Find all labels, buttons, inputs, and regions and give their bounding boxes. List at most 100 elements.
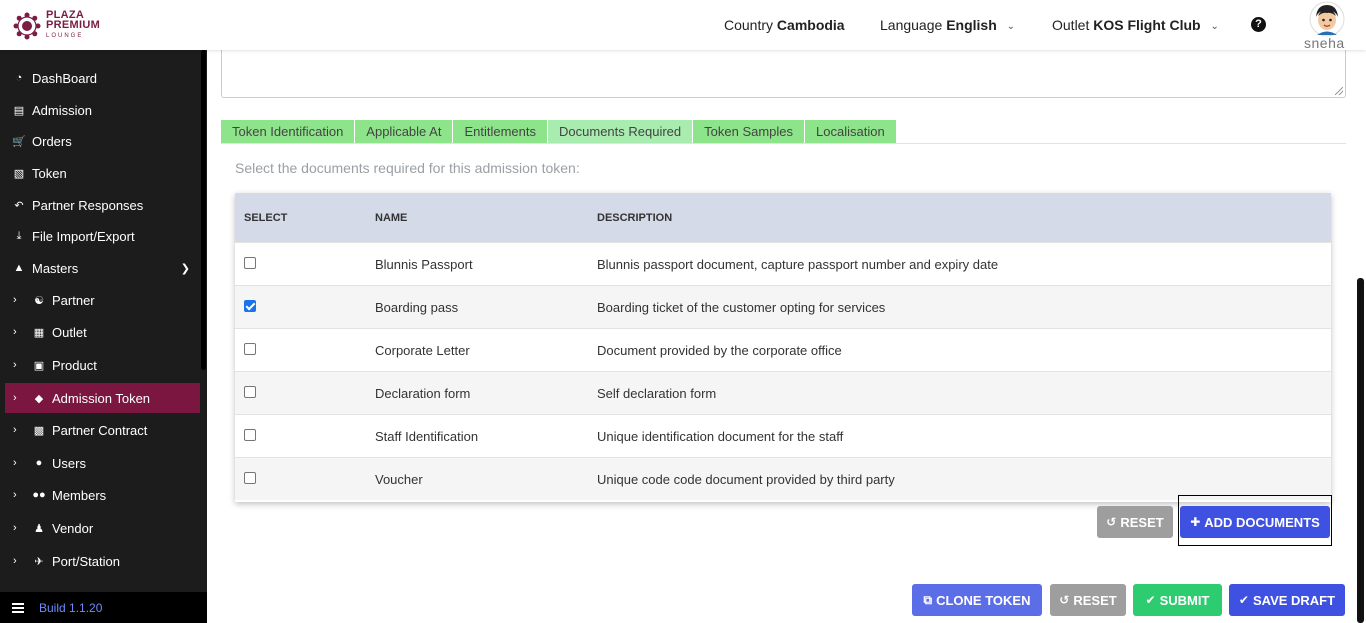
tab-entitlements[interactable]: Entitlements [453, 120, 548, 144]
document-description: Self declaration form [597, 385, 717, 401]
tab-documents-required[interactable]: Documents Required [548, 120, 693, 144]
document-name: Voucher [375, 471, 423, 487]
logo-emblem-icon [13, 12, 41, 39]
sidebar-item-label: File Import/Export [32, 228, 135, 244]
document-description: Document provided by the corporate offic… [597, 342, 842, 358]
sidebar-item-admission-token[interactable]: › ◆ Admission Token [5, 383, 200, 413]
save-draft-button[interactable]: ✔ SAVE DRAFT [1229, 584, 1345, 616]
brand-logo[interactable]: PLAZA PREMIUM LOUNGE [13, 10, 100, 41]
table-row: Corporate Letter Document provided by th… [235, 328, 1331, 371]
help-icon[interactable]: ? [1251, 17, 1266, 32]
sidebar-item-token[interactable]: ▧ Token [5, 158, 200, 188]
sidebar-item-label: Partner Contract [52, 422, 148, 438]
select-checkbox[interactable] [244, 299, 256, 312]
outlet-dropdown[interactable]: Outlet KOS Flight Club ⌄ [1052, 17, 1219, 33]
plane-icon: ✈ [34, 555, 44, 568]
check-icon: ✔ [1238, 593, 1249, 607]
chevron-right-icon: › [13, 326, 17, 338]
sidebar-item-orders[interactable]: 🛒 Orders [5, 126, 200, 156]
chevron-right-icon: › [13, 522, 17, 534]
chevron-right-icon: › [13, 555, 17, 567]
outlet-label: Outlet [1052, 17, 1090, 33]
table-row: Blunnis Passport Blunnis passport docume… [235, 242, 1331, 285]
sidebar-item-partner-responses[interactable]: ↶ Partner Responses [5, 190, 200, 220]
column-header-name: NAME [375, 211, 408, 224]
chevron-down-icon: ⌄ [1210, 21, 1219, 32]
sidebar-item-port-station[interactable]: › ✈ Port/Station [5, 546, 200, 576]
document-name: Corporate Letter [375, 342, 470, 358]
select-checkbox[interactable] [244, 256, 256, 269]
handshake-icon: ☯ [34, 294, 44, 307]
table-row: Boarding pass Boarding ticket of the cus… [235, 285, 1331, 328]
select-checkbox[interactable] [244, 428, 256, 441]
description-textarea[interactable] [221, 48, 1346, 98]
chevron-down-icon: ❯ [180, 262, 190, 275]
sidebar-item-label: DashBoard [32, 70, 98, 86]
tab-applicable-at[interactable]: Applicable At [355, 120, 453, 144]
table-row: Declaration form Self declaration form [235, 371, 1331, 414]
reset-documents-button[interactable]: ↺ RESET [1097, 506, 1173, 538]
reset-button[interactable]: ↺ RESET [1050, 584, 1126, 616]
sidebar-item-file-import-export[interactable]: ⤓ File Import/Export [5, 221, 200, 251]
page-scrollbar[interactable] [1357, 278, 1364, 623]
sidebar-item-label: Product [52, 357, 97, 373]
sidebar-item-users[interactable]: › ● Users [5, 448, 200, 478]
person-icon: ♟ [34, 522, 44, 535]
dashboard-icon: ◔ [15, 72, 23, 84]
top-header: PLAZA PREMIUM LOUNGE Country Cambodia La… [0, 0, 1366, 51]
sidebar-scrollbar[interactable] [201, 50, 206, 370]
select-checkbox[interactable] [244, 385, 256, 398]
select-checkbox[interactable] [244, 471, 256, 484]
chevron-right-icon: › [13, 489, 17, 501]
cart-icon: 🛒 [12, 135, 26, 148]
sidebar-item-vendor[interactable]: › ♟ Vendor [5, 513, 200, 543]
tab-divider [221, 143, 1346, 144]
sidebar-item-label: Partner Responses [32, 197, 144, 213]
language-dropdown[interactable]: Language English ⌄ [880, 17, 1015, 33]
sidebar-item-label: Port/Station [52, 553, 120, 569]
briefcase-icon: ▩ [33, 424, 45, 437]
document-description: Blunnis passport document, capture passp… [597, 256, 999, 272]
tag-icon: ◆ [34, 392, 44, 405]
table-header: SELECT NAME DESCRIPTION [235, 193, 1331, 242]
submit-button[interactable]: ✔ SUBMIT [1133, 584, 1222, 616]
column-header-description: DESCRIPTION [597, 211, 673, 224]
sidebar-item-partner[interactable]: › ☯ Partner [5, 285, 200, 315]
document-description: Unique code code document provided by th… [597, 471, 895, 487]
building-icon: ▦ [33, 326, 45, 339]
language-label: Language [880, 17, 943, 33]
menu-toggle-icon[interactable] [12, 601, 24, 615]
sidebar-item-label: Admission [32, 102, 92, 118]
brand-line3: LOUNGE [46, 33, 84, 39]
document-description: Boarding ticket of the customer opting f… [597, 299, 886, 315]
gift-icon: ▣ [33, 359, 45, 372]
sidebar-item-partner-contract[interactable]: › ▩ Partner Contract [5, 415, 200, 445]
chevron-right-icon: › [13, 294, 17, 306]
sidebar-item-masters[interactable]: ▲ Masters ❯ [5, 253, 200, 283]
country-display: Country Cambodia [724, 17, 845, 33]
table-row: Staff Identification Unique identificati… [235, 414, 1331, 457]
sidebar-item-label: Partner [52, 292, 95, 308]
build-version: Build 1.1.20 [39, 600, 103, 615]
tab-localisation[interactable]: Localisation [805, 120, 896, 144]
tab-token-samples[interactable]: Token Samples [693, 120, 805, 144]
sidebar-item-admission[interactable]: ▤ Admission [5, 95, 200, 125]
tab-token-identification[interactable]: Token Identification [221, 120, 355, 144]
sidebar-item-members[interactable]: › ●● Members [5, 480, 200, 510]
select-checkbox[interactable] [244, 342, 256, 355]
user-avatar[interactable] [1309, 1, 1345, 37]
history-icon: ↺ [1106, 515, 1117, 529]
brand-line2: PREMIUM [46, 19, 101, 31]
resize-handle[interactable] [1335, 87, 1343, 95]
add-documents-button[interactable]: ✚ ADD DOCUMENTS [1180, 506, 1330, 538]
sidebar-item-outlet[interactable]: › ▦ Outlet [5, 317, 200, 347]
document-description: Unique identification document for the s… [597, 428, 844, 444]
language-value: English [946, 17, 997, 33]
clone-token-button[interactable]: ⧉ CLONE TOKEN [912, 584, 1042, 616]
sidebar-item-label: Admission Token [52, 390, 151, 406]
sidebar-item-dashboard[interactable]: ◔ DashBoard [5, 63, 200, 93]
user-name: sneha [1304, 35, 1345, 51]
reply-icon: ↶ [14, 199, 24, 212]
sidebar-item-product[interactable]: › ▣ Product [5, 350, 200, 380]
chevron-right-icon: › [13, 457, 17, 469]
